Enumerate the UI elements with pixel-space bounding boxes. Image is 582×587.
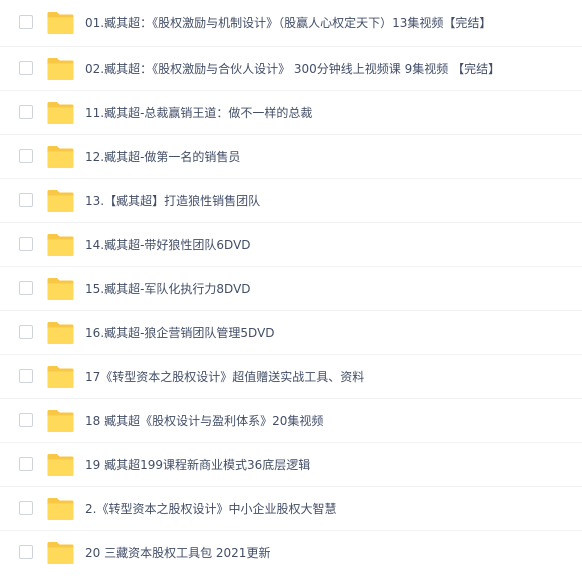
file-row[interactable]: 19 臧其超199课程新商业模式36底层逻辑 bbox=[0, 443, 582, 487]
folder-icon bbox=[46, 409, 75, 433]
file-name[interactable]: 17《转型资本之股权设计》超值赠送实战工具、资料 bbox=[85, 369, 364, 385]
folder-icon bbox=[46, 277, 75, 301]
file-row[interactable]: 13.【臧其超】打造狼性销售团队 bbox=[0, 179, 582, 223]
row-checkbox[interactable] bbox=[19, 324, 33, 339]
file-name[interactable]: 14.臧其超-带好狼性团队6DVD bbox=[85, 237, 251, 253]
file-row[interactable]: 15.臧其超-军队化执行力8DVD bbox=[0, 267, 582, 311]
file-row[interactable]: 16.臧其超-狼企营销团队管理5DVD bbox=[0, 311, 582, 355]
file-row[interactable]: 2.《转型资本之股权设计》中小企业股权大智慧 bbox=[0, 487, 582, 531]
file-name[interactable]: 02.臧其超：《股权激励与合伙人设计》 300分钟线上视频课 9集视频 【完结】 bbox=[85, 61, 500, 77]
row-checkbox[interactable] bbox=[19, 148, 33, 163]
row-checkbox[interactable] bbox=[19, 545, 33, 559]
file-row[interactable]: 02.臧其超：《股权激励与合伙人设计》 300分钟线上视频课 9集视频 【完结】 bbox=[0, 47, 582, 91]
row-checkbox[interactable] bbox=[19, 236, 33, 251]
folder-icon bbox=[46, 101, 75, 125]
row-checkbox[interactable] bbox=[19, 280, 33, 295]
folder-icon bbox=[46, 541, 75, 565]
row-checkbox[interactable] bbox=[19, 60, 33, 75]
file-name[interactable]: 16.臧其超-狼企营销团队管理5DVD bbox=[85, 325, 275, 341]
file-row[interactable]: 14.臧其超-带好狼性团队6DVD bbox=[0, 223, 582, 267]
file-name[interactable]: 2.《转型资本之股权设计》中小企业股权大智慧 bbox=[85, 501, 336, 517]
row-checkbox[interactable] bbox=[19, 456, 33, 471]
folder-icon bbox=[46, 365, 75, 389]
folder-icon bbox=[46, 497, 75, 521]
row-checkbox[interactable] bbox=[19, 104, 33, 119]
file-name[interactable]: 13.【臧其超】打造狼性销售团队 bbox=[85, 193, 260, 209]
folder-icon bbox=[46, 233, 75, 257]
file-name[interactable]: 19 臧其超199课程新商业模式36底层逻辑 bbox=[85, 457, 310, 473]
folder-icon bbox=[46, 11, 75, 35]
file-name[interactable]: 01.臧其超：《股权激励与机制设计》（股赢人心权定天下）13集视频【完结】 bbox=[85, 15, 491, 31]
row-checkbox[interactable] bbox=[19, 368, 33, 383]
file-row[interactable]: 12.臧其超-做第一名的销售员 bbox=[0, 135, 582, 179]
file-row[interactable]: 11.臧其超-总裁赢销王道：做不一样的总裁 bbox=[0, 91, 582, 135]
folder-icon bbox=[46, 189, 75, 213]
file-name[interactable]: 12.臧其超-做第一名的销售员 bbox=[85, 149, 240, 165]
file-row[interactable]: 17《转型资本之股权设计》超值赠送实战工具、资料 bbox=[0, 355, 582, 399]
folder-icon bbox=[46, 321, 75, 345]
row-checkbox[interactable] bbox=[19, 412, 33, 427]
file-row[interactable]: 20 三藏资本股权工具包 2021更新 bbox=[0, 531, 582, 575]
folder-icon bbox=[46, 453, 75, 477]
file-name[interactable]: 15.臧其超-军队化执行力8DVD bbox=[85, 281, 251, 297]
folder-icon bbox=[46, 145, 75, 169]
file-name[interactable]: 11.臧其超-总裁赢销王道：做不一样的总裁 bbox=[85, 105, 312, 121]
folder-icon bbox=[46, 57, 75, 81]
file-row[interactable]: 18 臧其超《股权设计与盈利体系》20集视频 bbox=[0, 399, 582, 443]
file-name[interactable]: 18 臧其超《股权设计与盈利体系》20集视频 bbox=[85, 413, 323, 429]
row-checkbox[interactable] bbox=[19, 15, 33, 29]
row-checkbox[interactable] bbox=[19, 500, 33, 515]
file-row[interactable]: 01.臧其超：《股权激励与机制设计》（股赢人心权定天下）13集视频【完结】 bbox=[0, 0, 582, 47]
file-list: 01.臧其超：《股权激励与机制设计》（股赢人心权定天下）13集视频【完结】 02.… bbox=[0, 0, 582, 587]
file-name[interactable]: 20 三藏资本股权工具包 2021更新 bbox=[85, 545, 270, 561]
row-checkbox[interactable] bbox=[19, 192, 33, 207]
